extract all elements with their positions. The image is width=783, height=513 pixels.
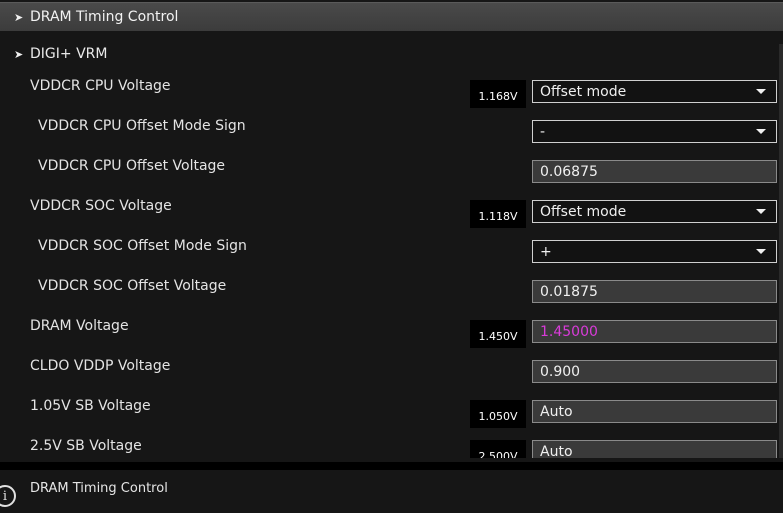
setting-row: 2.5V SB Voltage 2.500V Auto — [0, 430, 783, 458]
setting-label: VDDCR SOC Offset Mode Sign — [38, 238, 247, 254]
digi-vrm-submenu[interactable]: ➤ DIGI+ VRM — [0, 42, 300, 66]
chevron-right-icon: ➤ — [14, 47, 24, 61]
voltage-settings-list: VDDCR CPU Voltage 1.168V Offset mode VDDCR … — [0, 70, 783, 458]
setting-label: 1.05V SB Voltage — [30, 398, 151, 414]
dropdown-value: Offset mode — [540, 83, 627, 100]
help-footer: i DRAM Timing Control — [0, 470, 783, 513]
current-voltage-readout: 1.050V — [470, 400, 526, 428]
help-description: DRAM Timing Control — [30, 481, 168, 496]
setting-label: VDDCR CPU Offset Voltage — [38, 158, 226, 174]
setting-input[interactable]: 0.900 — [532, 360, 777, 383]
setting-row: VDDCR CPU Voltage 1.168V Offset mode — [0, 70, 783, 110]
chevron-right-icon: ➤ — [14, 10, 24, 24]
setting-row: DRAM Voltage 1.450V 1.45000 — [0, 310, 783, 350]
setting-dropdown[interactable]: - — [532, 120, 777, 143]
setting-label: VDDCR CPU Offset Mode Sign — [38, 118, 246, 134]
setting-label: DRAM Voltage — [30, 318, 129, 334]
chevron-down-icon — [756, 249, 766, 254]
current-voltage-readout: 1.118V — [470, 200, 526, 228]
setting-dropdown[interactable]: Offset mode — [532, 80, 777, 103]
submenu-title: DIGI+ VRM — [30, 46, 108, 62]
chevron-down-icon — [756, 89, 766, 94]
setting-label: VDDCR SOC Offset Voltage — [38, 278, 227, 294]
dropdown-value: - — [540, 123, 546, 140]
setting-input[interactable]: 0.01875 — [532, 280, 777, 303]
setting-row: VDDCR SOC Voltage 1.118V Offset mode — [0, 190, 783, 230]
setting-row: VDDCR CPU Offset Mode Sign - — [0, 110, 783, 150]
setting-dropdown[interactable]: Offset mode — [532, 200, 777, 223]
setting-input[interactable]: Auto — [532, 400, 777, 423]
setting-label: VDDCR CPU Voltage — [30, 78, 171, 94]
dropdown-value: Offset mode — [540, 203, 627, 220]
header-title: DRAM Timing Control — [30, 9, 179, 25]
setting-row: VDDCR SOC Offset Mode Sign + — [0, 230, 783, 270]
setting-row: VDDCR CPU Offset Voltage 0.06875 — [0, 150, 783, 190]
setting-row: CLDO VDDP Voltage 0.900 — [0, 350, 783, 390]
current-voltage-readout: 1.168V — [470, 80, 526, 108]
info-icon: i — [0, 485, 16, 507]
current-voltage-readout: 1.450V — [470, 320, 526, 348]
divider — [0, 462, 783, 470]
chevron-down-icon — [756, 209, 766, 214]
dropdown-value: + — [540, 243, 552, 260]
setting-label: CLDO VDDP Voltage — [30, 358, 171, 374]
setting-label: 2.5V SB Voltage — [30, 438, 142, 454]
setting-label: VDDCR SOC Voltage — [30, 198, 172, 214]
setting-row: VDDCR SOC Offset Voltage 0.01875 — [0, 270, 783, 310]
setting-dropdown[interactable]: + — [532, 240, 777, 263]
setting-input[interactable]: 1.45000 — [532, 320, 777, 343]
dram-timing-control-header[interactable]: ➤ DRAM Timing Control — [0, 2, 783, 31]
setting-input[interactable]: Auto — [532, 440, 777, 458]
setting-input[interactable]: 0.06875 — [532, 160, 777, 183]
current-voltage-readout: 2.500V — [470, 440, 526, 458]
chevron-down-icon — [756, 129, 766, 134]
setting-row: 1.05V SB Voltage 1.050V Auto — [0, 390, 783, 430]
